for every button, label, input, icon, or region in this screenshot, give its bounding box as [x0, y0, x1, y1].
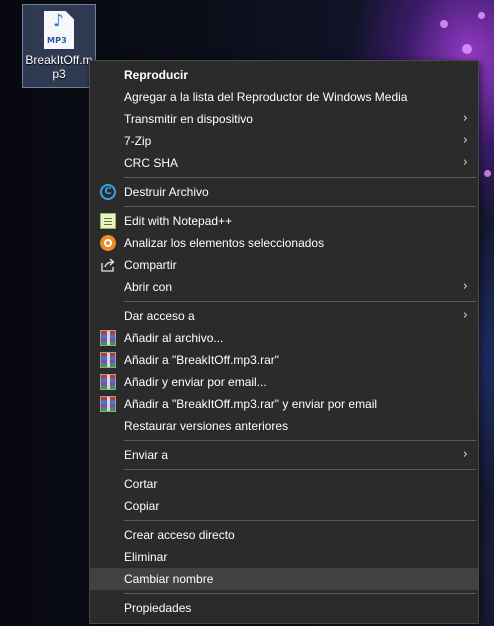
winrar-icon [100, 374, 116, 390]
menu-item-label: Añadir y enviar por email... [124, 375, 267, 389]
menu-item-label: Añadir al archivo... [124, 331, 224, 345]
menu-item-anadir-email[interactable]: Añadir y enviar por email... [90, 371, 478, 393]
winrar-icon [100, 330, 116, 346]
menu-separator [124, 301, 476, 302]
menu-item-enviar-a[interactable]: Enviar a › [90, 444, 478, 466]
menu-item-edit-notepad[interactable]: Edit with Notepad++ [90, 210, 478, 232]
menu-separator [124, 469, 476, 470]
menu-item-label: CRC SHA [124, 156, 179, 170]
menu-item-anadir-rar-email[interactable]: Añadir a "BreakItOff.mp3.rar" y enviar p… [90, 393, 478, 415]
file-type-tag: MP3 [47, 36, 67, 45]
chevron-right-icon: › [462, 155, 468, 170]
menu-item-anadir-rar[interactable]: Añadir a "BreakItOff.mp3.rar" [90, 349, 478, 371]
menu-item-analizar[interactable]: Analizar los elementos seleccionados [90, 232, 478, 254]
menu-item-label: Cambiar nombre [124, 572, 214, 586]
menu-item-label: Compartir [124, 258, 177, 272]
menu-item-label: Edit with Notepad++ [124, 214, 233, 228]
context-menu: Reproducir Agregar a la lista del Reprod… [89, 60, 479, 624]
menu-item-label: Abrir con [124, 280, 173, 294]
menu-item-compartir[interactable]: Compartir [90, 254, 478, 276]
menu-item-abrir-con[interactable]: Abrir con › [90, 276, 478, 298]
menu-item-label: 7-Zip [124, 134, 152, 148]
menu-item-7zip[interactable]: 7-Zip › [90, 130, 478, 152]
winrar-icon [100, 396, 116, 412]
chevron-right-icon: › [462, 447, 468, 462]
menu-item-label: Eliminar [124, 550, 168, 564]
avast-scan-icon [100, 235, 116, 251]
menu-item-label: Destruir Archivo [124, 185, 209, 199]
notepad-plus-plus-icon [100, 213, 116, 229]
menu-item-agregar-lista[interactable]: Agregar a la lista del Reproductor de Wi… [90, 86, 478, 108]
menu-item-transmitir[interactable]: Transmitir en dispositivo › [90, 108, 478, 130]
winrar-icon [100, 352, 116, 368]
menu-item-propiedades[interactable]: Propiedades [90, 597, 478, 619]
chevron-right-icon: › [462, 279, 468, 294]
desktop-file-icon[interactable]: ♪ MP3 BreakItOff.mp3 [22, 4, 96, 88]
chevron-right-icon: › [462, 133, 468, 148]
menu-item-crc-sha[interactable]: CRC SHA › [90, 152, 478, 174]
menu-item-anadir-archivo[interactable]: Añadir al archivo... [90, 327, 478, 349]
menu-item-dar-acceso[interactable]: Dar acceso a › [90, 305, 478, 327]
menu-item-cambiar-nombre[interactable]: Cambiar nombre [90, 568, 478, 590]
chevron-right-icon: › [462, 308, 468, 323]
menu-item-copiar[interactable]: Copiar [90, 495, 478, 517]
menu-item-label: Añadir a "BreakItOff.mp3.rar" y enviar p… [124, 397, 378, 411]
menu-separator [124, 177, 476, 178]
file-name-label: BreakItOff.mp3 [25, 53, 93, 81]
menu-item-label: Analizar los elementos seleccionados [124, 236, 325, 250]
menu-item-label: Dar acceso a [124, 309, 195, 323]
menu-separator [124, 440, 476, 441]
share-icon [100, 257, 116, 273]
menu-item-cortar[interactable]: Cortar [90, 473, 478, 495]
menu-item-label: Transmitir en dispositivo [124, 112, 253, 126]
menu-item-label: Enviar a [124, 448, 169, 462]
menu-item-crear-acceso-directo[interactable]: Crear acceso directo [90, 524, 478, 546]
menu-item-label: Agregar a la lista del Reproductor de Wi… [124, 90, 408, 104]
menu-item-destruir-archivo[interactable]: C Destruir Archivo [90, 181, 478, 203]
chevron-right-icon: › [462, 111, 468, 126]
menu-item-label: Restaurar versiones anteriores [124, 419, 289, 433]
menu-item-label: Copiar [124, 499, 160, 513]
menu-item-label: Reproducir [124, 68, 189, 82]
menu-separator [124, 206, 476, 207]
menu-item-label: Añadir a "BreakItOff.mp3.rar" [124, 353, 280, 367]
menu-separator [124, 593, 476, 594]
menu-item-restaurar-versiones[interactable]: Restaurar versiones anteriores [90, 415, 478, 437]
menu-item-label: Crear acceso directo [124, 528, 235, 542]
menu-item-eliminar[interactable]: Eliminar [90, 546, 478, 568]
destruir-archivo-icon: C [100, 184, 116, 200]
menu-separator [124, 520, 476, 521]
menu-item-label: Propiedades [124, 601, 192, 615]
menu-item-label: Cortar [124, 477, 158, 491]
mp3-file-icon: ♪ MP3 [44, 11, 74, 49]
menu-item-reproducir[interactable]: Reproducir [90, 64, 478, 86]
